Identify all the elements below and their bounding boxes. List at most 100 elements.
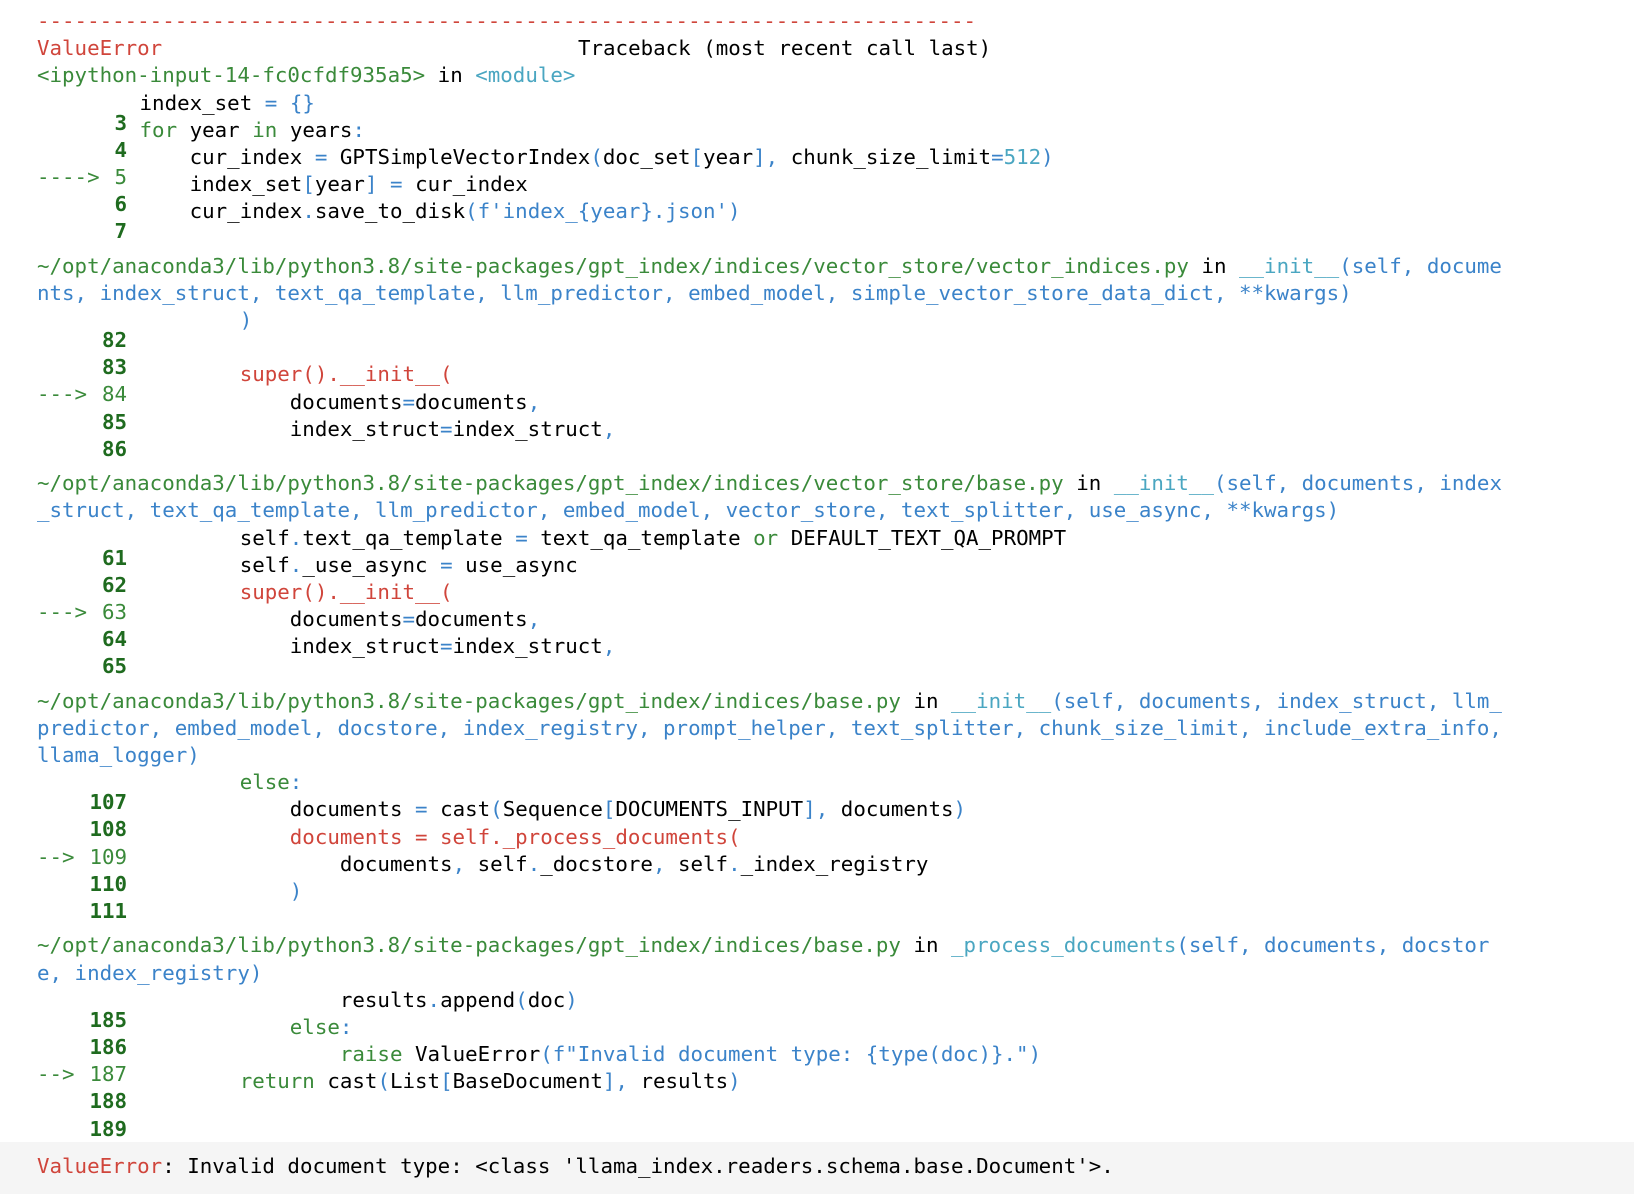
line-number: 61	[101, 545, 127, 570]
code-line: ----> 5 cur_index = GPTSimpleVectorIndex(…	[37, 144, 1634, 189]
frame-location-line: ~/opt/anaconda3/lib/python3.8/site-packa…	[37, 253, 1502, 278]
final-error-type: ValueError	[37, 1154, 163, 1178]
frame-args-continued: nts, index_struct, text_qa_template, llm…	[37, 280, 1352, 305]
code-text: else:	[289, 1014, 353, 1039]
frame-function-name: <module>	[475, 63, 576, 88]
code-line: 82 )	[37, 307, 1634, 352]
code-line: 85 documents=documents,	[37, 389, 1634, 434]
frame-args: (self, documents, docstor	[1176, 933, 1490, 958]
line-number: 64	[101, 627, 127, 652]
line-number: 5	[114, 164, 127, 189]
line-number: 107	[89, 790, 127, 815]
line-number: 85	[101, 409, 127, 434]
code-text: super().__init__(	[139, 362, 453, 387]
traceback-frame: ~/opt/anaconda3/lib/python3.8/site-packa…	[37, 253, 1634, 471]
code-text: documents, self._docstore, self._index_r…	[339, 851, 929, 876]
line-number: 7	[114, 219, 127, 244]
code-text: self._use_async = use_async	[239, 552, 578, 577]
line-number: 188	[89, 1089, 127, 1114]
frame-spacer	[37, 443, 1634, 470]
code-text: return cast(List[BaseDocument], results)	[239, 1069, 741, 1094]
frame-location-line: ~/opt/anaconda3/lib/python3.8/site-packa…	[37, 933, 1490, 958]
frame-args: (self, docume	[1339, 253, 1502, 278]
code-text: else:	[239, 770, 303, 795]
code-line: 62 self._use_async = use_async	[37, 552, 1634, 597]
frame-function-name: __init__	[1113, 471, 1214, 496]
line-number: 185	[89, 1007, 127, 1032]
code-line: 186 else:	[37, 1014, 1634, 1059]
frame-args-continued: e, index_registry)	[37, 960, 263, 985]
code-text: cur_index = GPTSimpleVectorIndex(doc_set…	[189, 144, 1054, 169]
line-number: 83	[101, 355, 127, 380]
code-line: 107 else:	[37, 769, 1634, 814]
frame-args: (self, documents, index	[1213, 471, 1502, 496]
code-text: index_struct=index_struct,	[289, 634, 616, 659]
line-number: 189	[89, 1116, 127, 1141]
current-line-arrow: --->	[37, 382, 88, 407]
code-line: ---> 84 super().__init__(	[37, 361, 1634, 406]
code-text: documents=documents,	[289, 389, 541, 414]
code-line: 6 index_set[year] = cur_index	[37, 171, 1634, 216]
code-line: 4 for year in years:	[37, 117, 1634, 162]
line-number: 108	[89, 817, 127, 842]
frame-function-name: __init__	[1239, 253, 1340, 278]
current-line-arrow: -->	[37, 1062, 75, 1087]
line-number: 111	[89, 899, 127, 923]
code-text: documents=documents,	[289, 607, 541, 632]
frame-spacer	[37, 226, 1634, 253]
code-line: 65 index_struct=index_struct,	[37, 633, 1634, 678]
frame-args-continued: _struct, text_qa_template, llm_predictor…	[37, 498, 1340, 523]
line-number: 4	[114, 137, 127, 162]
traceback-frames: <ipython-input-14-fc0cfdf935a5> in <modu…	[37, 62, 1634, 1141]
code-line: 110 documents, self._docstore, self._ind…	[37, 851, 1634, 896]
code-text: for year in years:	[139, 117, 365, 142]
final-error-message: : Invalid document type: <class 'llama_i…	[162, 1154, 1114, 1178]
traceback-frame: ~/opt/anaconda3/lib/python3.8/site-packa…	[37, 688, 1634, 933]
code-line: 111 )	[37, 878, 1634, 923]
code-text: index_set[year] = cur_index	[189, 172, 528, 197]
code-line: 86 index_struct=index_struct,	[37, 416, 1634, 461]
code-text: raise ValueError(f"Invalid document type…	[339, 1042, 1042, 1067]
header-title: Traceback (most recent call last)	[578, 36, 992, 61]
current-line-arrow: --->	[37, 599, 88, 624]
frame-file-path: ~/opt/anaconda3/lib/python3.8/site-packa…	[37, 253, 1189, 278]
code-line: 108 documents = cast(Sequence[DOCUMENTS_…	[37, 796, 1634, 841]
traceback-frame: ~/opt/anaconda3/lib/python3.8/site-packa…	[37, 470, 1634, 688]
frame-file-path: ~/opt/anaconda3/lib/python3.8/site-packa…	[37, 471, 1064, 496]
frame-function-name: __init__	[951, 688, 1052, 713]
code-line: 64 documents=documents,	[37, 606, 1634, 651]
line-number: 110	[89, 871, 127, 896]
line-number: 3	[114, 110, 127, 135]
code-text: self.text_qa_template = text_qa_template…	[239, 525, 1067, 550]
code-text: )	[289, 879, 303, 903]
code-line: ---> 63 super().__init__(	[37, 579, 1634, 624]
frame-function-name: _process_documents	[951, 933, 1177, 958]
frame-args: (self, documents, index_struct, llm_	[1051, 688, 1502, 713]
frame-file-path: ~/opt/anaconda3/lib/python3.8/site-packa…	[37, 688, 901, 713]
traceback-header: ValueError Traceback (most recent call la…	[37, 35, 1634, 62]
current-line-arrow: ---->	[37, 164, 100, 189]
code-text: cur_index.save_to_disk(f'index_{year}.js…	[189, 199, 741, 224]
code-line: --> 109 documents = self._process_documen…	[37, 824, 1634, 869]
line-number: 84	[101, 382, 127, 407]
code-line: 83	[37, 334, 1634, 379]
traceback-separator: ----------------------------------------…	[37, 9, 977, 33]
traceback-frame: <ipython-input-14-fc0cfdf935a5> in <modu…	[37, 62, 1634, 252]
header-error-type: ValueError	[37, 36, 163, 61]
frame-args-continued: llama_logger)	[37, 743, 200, 768]
line-number: 82	[101, 328, 127, 353]
traceback-output: ----------------------------------------…	[0, 0, 1634, 1142]
line-number: 109	[89, 844, 127, 869]
code-text: index_set = {}	[139, 90, 315, 115]
code-line: 189	[37, 1096, 1634, 1141]
line-number: 186	[89, 1034, 127, 1059]
frame-args-continued: predictor, embed_model, docstore, index_…	[37, 715, 1502, 740]
code-line: 185 results.append(doc)	[37, 987, 1634, 1032]
line-number: 86	[101, 436, 127, 461]
code-line: 3 index_set = {}	[37, 90, 1634, 135]
code-line: --> 187 raise ValueError(f"Invalid docume…	[37, 1041, 1634, 1086]
code-line: 7 cur_index.save_to_disk(f'index_{year}.…	[37, 198, 1634, 243]
code-line: 61 self.text_qa_template = text_qa_templ…	[37, 525, 1634, 570]
frame-location-line: ~/opt/anaconda3/lib/python3.8/site-packa…	[37, 688, 1502, 713]
line-number: 65	[101, 654, 127, 679]
